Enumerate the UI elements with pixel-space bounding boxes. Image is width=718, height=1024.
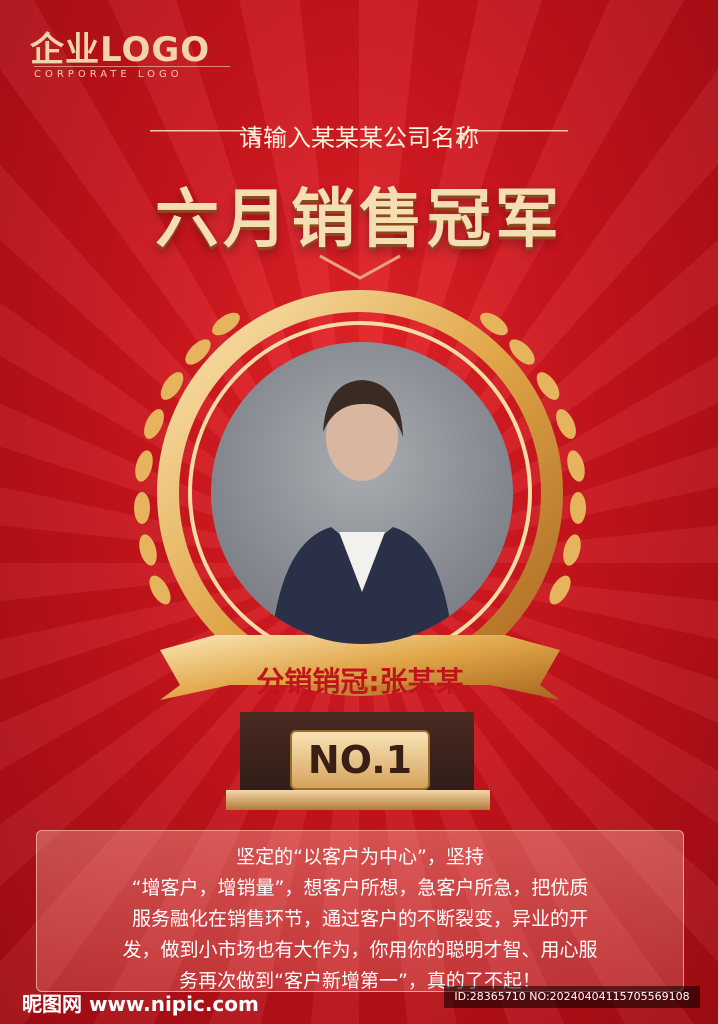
pedestal-base (226, 790, 490, 810)
chevron-down-icon (319, 254, 401, 280)
description-line: “增客户，增销量”，想客户所想，急客户所急，把优质 (131, 877, 589, 899)
company-logo-subtitle: CORPORATE LOGO (34, 66, 230, 80)
portrait-photo (211, 342, 513, 644)
description-line: 坚定的“以客户为中心”，坚持 (236, 846, 484, 868)
rank-badge: NO.1 (290, 730, 430, 790)
page-title: 六月销售冠军 (155, 183, 563, 257)
description-line: 发，做到小市场也有大作为，你用你的聪明才智、用心服 (122, 939, 598, 961)
company-logo: 企业LOGO (30, 30, 211, 70)
watermark-left: 昵图网 www.nipic.com (22, 992, 259, 1016)
winner-name-banner: 分销销冠:张某某 (256, 665, 464, 698)
company-name: 请输入某某某公司名称 (239, 124, 479, 152)
description-line: 服务融化在销售环节，通过客户的不断裂变，异业的开 (131, 908, 588, 930)
person-icon (271, 380, 453, 644)
description-text: 坚定的“以客户为中心”，坚持 “增客户，增销量”，想客户所想，急客户所急，把优质… (60, 842, 660, 997)
watermark-right: ID:28365710 NO:20240404115705569108 (444, 986, 700, 1008)
